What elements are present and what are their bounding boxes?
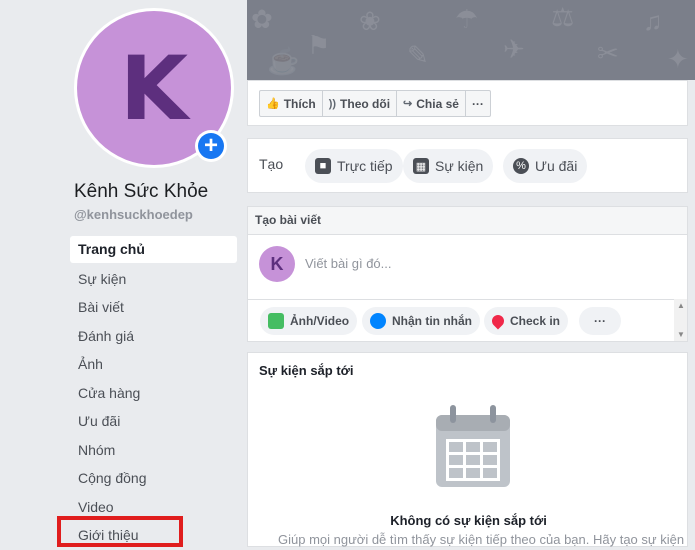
main-column: ✿ ⚑ ❀ ✎ ☂ ✈ ⚖ ✂ ♫ ☕ ✦ 👍 Thích )) Theo dõi … <box>247 0 695 547</box>
photo-video-button[interactable]: Ảnh/Video <box>260 307 358 335</box>
composer-divider <box>248 299 687 300</box>
rss-icon: )) <box>328 97 337 110</box>
share-button[interactable]: ↪ Chia sẻ <box>397 91 466 116</box>
calendar-icon: ▦ <box>413 158 429 174</box>
get-messages-label: Nhận tin nhắn <box>392 314 472 328</box>
nav-item-groups[interactable]: Nhóm <box>70 436 237 465</box>
create-offer-button[interactable]: % Ưu đãi <box>503 149 588 183</box>
page-action-bar: 👍 Thích )) Theo dõi ↪ Chia sẻ ··· <box>247 80 688 126</box>
check-in-button[interactable]: Check in <box>484 307 569 335</box>
share-label: Chia sẻ <box>416 96 459 111</box>
percent-icon: % <box>513 158 529 174</box>
nav-item-posts[interactable]: Bài viết <box>70 293 237 322</box>
scroll-down-icon[interactable]: ▼ <box>677 330 685 339</box>
cover-photo[interactable]: ✿ ⚑ ❀ ✎ ☂ ✈ ⚖ ✂ ♫ ☕ ✦ <box>247 0 695 80</box>
share-icon: ↪ <box>403 98 413 110</box>
create-event-button[interactable]: ▦ Sự kiện <box>403 149 494 183</box>
thumbs-up-icon: 👍 <box>266 98 280 110</box>
plus-icon: + <box>198 133 224 159</box>
nav-item-shop[interactable]: Cửa hàng <box>70 379 237 408</box>
composer-header: Tạo bài viết <box>248 207 687 235</box>
get-messages-button[interactable]: Nhận tin nhắn <box>362 307 480 335</box>
highlight-annotation <box>57 516 183 547</box>
page-handle[interactable]: @kenhsuckhoedep <box>74 207 193 222</box>
nav-item-events[interactable]: Sự kiện <box>70 265 237 294</box>
photo-icon <box>268 313 284 329</box>
location-pin-icon <box>489 312 507 330</box>
composer-input[interactable]: Viết bài gì đó... <box>305 256 392 271</box>
left-sidebar: K + Kênh Sức Khỏe @kenhsuckhoedep Trang … <box>0 0 247 547</box>
composer-more-label: ··· <box>594 314 606 328</box>
create-label: Tạo <box>259 156 284 172</box>
check-in-label: Check in <box>510 314 561 328</box>
post-composer: Tạo bài viết K Viết bài gì đó... Ảnh/Vid… <box>247 206 688 342</box>
page-title[interactable]: Kênh Sức Khỏe <box>74 181 208 203</box>
nav-item-offers[interactable]: Ưu đãi <box>70 407 237 436</box>
nav-item-photos[interactable]: Ảnh <box>70 350 237 379</box>
composer-avatar: K <box>259 246 295 282</box>
empty-events-description: Giúp mọi người dễ tìm thấy sự kiện tiếp … <box>278 532 685 547</box>
photo-video-label: Ảnh/Video <box>290 314 350 328</box>
action-buttons: 👍 Thích )) Theo dõi ↪ Chia sẻ ··· <box>259 90 491 117</box>
create-panel: Tạo ■ Trực tiếp ▦ Sự kiện % Ưu đãi <box>247 138 688 193</box>
go-live-label: Trực tiếp <box>337 158 393 174</box>
more-label: ··· <box>471 96 484 111</box>
follow-label: Theo dõi <box>340 96 391 111</box>
composer-scrollbar[interactable]: ▲ ▼ <box>674 299 687 341</box>
create-offer-label: Ưu đãi <box>535 158 578 174</box>
add-photo-button[interactable]: + <box>195 130 227 162</box>
events-title: Sự kiện sắp tới <box>259 363 354 378</box>
like-button[interactable]: 👍 Thích <box>260 91 323 116</box>
go-live-button[interactable]: ■ Trực tiếp <box>305 149 403 183</box>
nav-item-home[interactable]: Trang chủ <box>70 236 237 263</box>
calendar-icon <box>436 405 510 487</box>
messenger-icon <box>370 313 386 329</box>
nav-item-reviews[interactable]: Đánh giá <box>70 322 237 351</box>
scroll-up-icon[interactable]: ▲ <box>677 301 685 310</box>
more-actions-button[interactable]: ··· <box>466 91 490 116</box>
follow-button[interactable]: )) Theo dõi <box>323 91 398 116</box>
create-event-label: Sự kiện <box>435 158 484 174</box>
like-label: Thích <box>283 96 316 111</box>
nav-item-community[interactable]: Cộng đồng <box>70 464 237 493</box>
composer-more-button[interactable]: ··· <box>579 307 621 335</box>
upcoming-events-panel: Sự kiện sắp tới Không có sự kiện sắp tới… <box>247 352 688 547</box>
empty-events-title: Không có sự kiện sắp tới <box>390 513 547 528</box>
page-nav: Trang chủ Sự kiện Bài viết Đánh giá Ảnh … <box>70 236 237 550</box>
video-camera-icon: ■ <box>315 158 331 174</box>
